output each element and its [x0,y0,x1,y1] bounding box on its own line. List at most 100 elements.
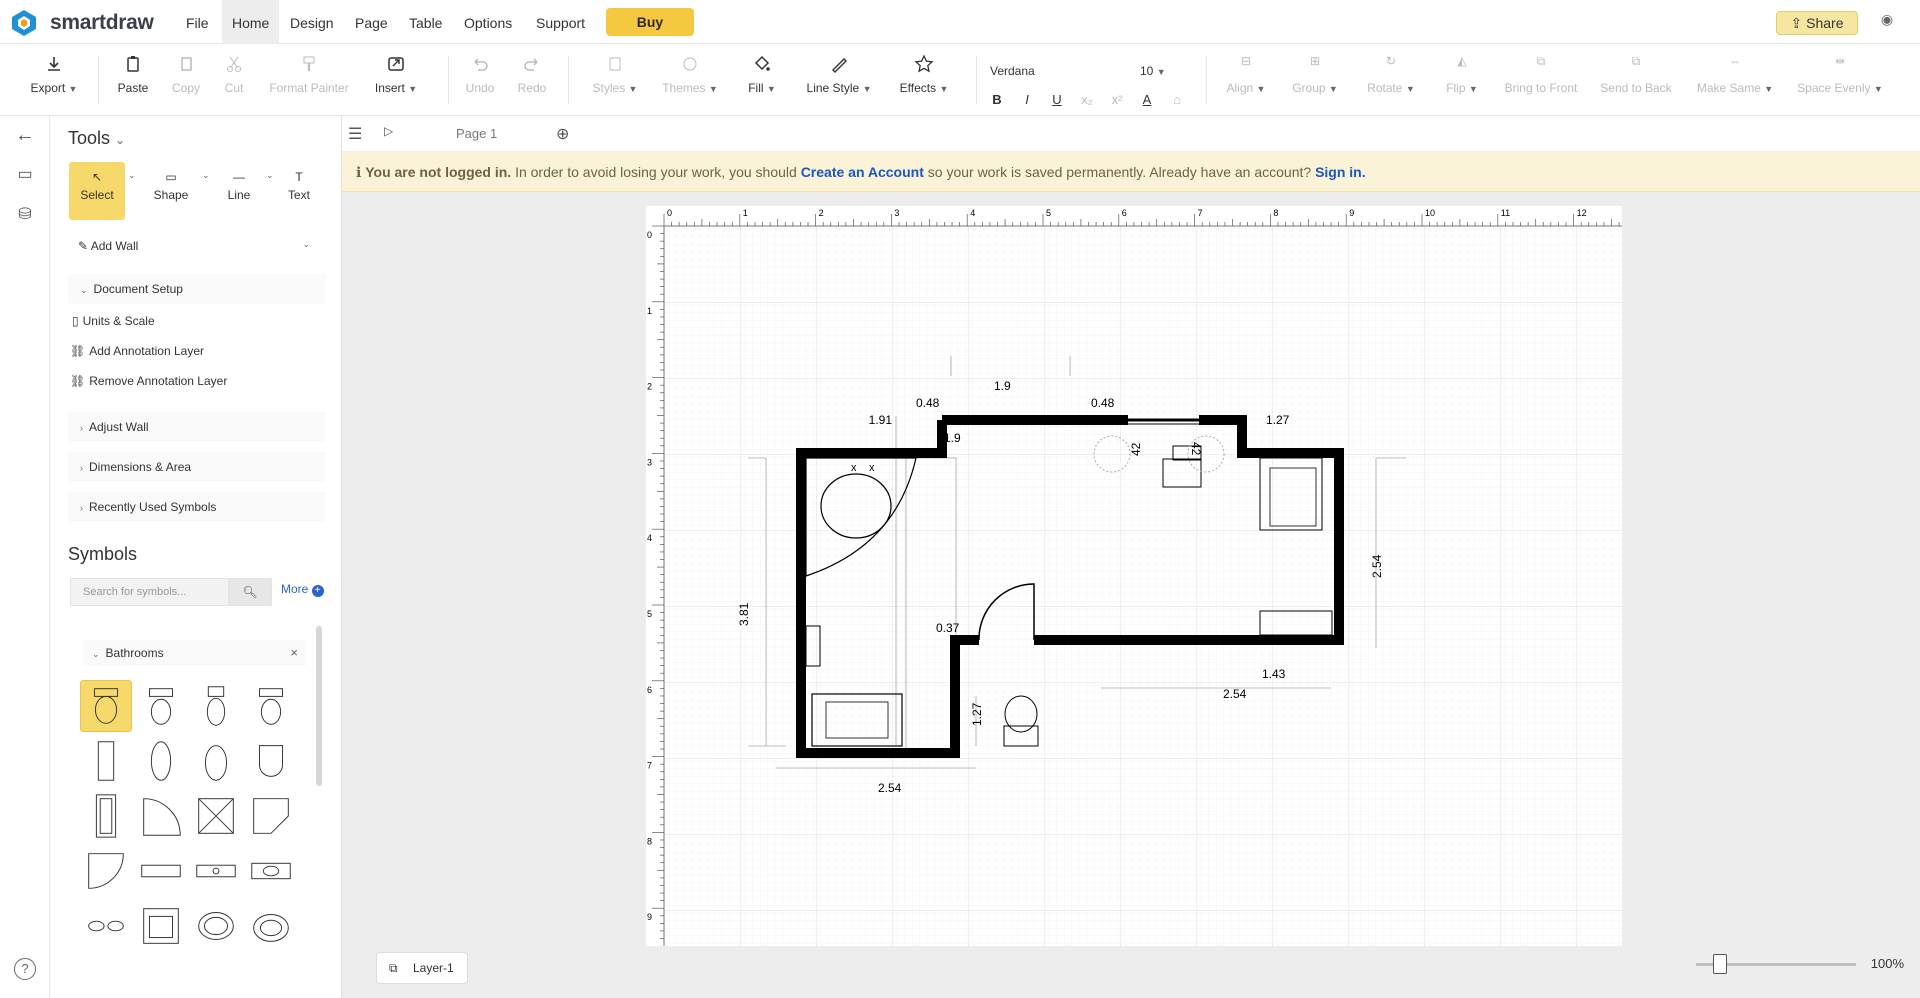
bathroom-symbol[interactable] [245,845,297,897]
adjust-wall-section[interactable]: › Adjust Wall [68,412,326,442]
menu-options[interactable]: Options [454,0,522,44]
ruler-v-label: 3 [647,457,652,467]
line-style-button[interactable]: Line Style ▼ [802,54,876,95]
align-button[interactable]: ⊟ Align ▼ [1220,54,1272,95]
recently-used-section[interactable]: › Recently Used Symbols [68,492,326,522]
redo-button[interactable]: Redo [514,54,550,95]
font-color-icon[interactable]: A [1138,92,1156,110]
bathroom-symbol[interactable] [80,735,132,787]
clear-format-icon[interactable]: ⌂ [1168,92,1186,110]
bathroom-symbol[interactable] [80,845,132,897]
bathroom-symbol[interactable] [245,790,297,842]
bathroom-symbol[interactable] [190,900,242,952]
page-tab[interactable]: Page 1 [456,126,497,141]
toolbox-icon[interactable]: ▭ [12,164,38,190]
drawing-canvas[interactable]: 0 1 2 3 4 5 6 7 8 9 10 11 12 0123456789 x [646,206,1622,946]
bathroom-symbol[interactable] [80,680,132,732]
layers-icon: ⧉ [389,961,398,975]
fill-label: Fill [748,81,764,95]
symbol-scrollbar[interactable] [316,626,322,786]
export-icon [48,57,60,71]
themes-button[interactable]: Themes ▼ [660,54,720,95]
menu-support[interactable]: Support [526,0,595,44]
bathroom-symbol[interactable] [190,735,242,787]
bathroom-symbol[interactable] [190,845,242,897]
rotate-button[interactable]: ↻ Rotate ▼ [1360,54,1422,95]
bathroom-symbol[interactable] [135,900,187,952]
menu-home[interactable]: Home [222,0,280,44]
subscript-icon[interactable]: x₂ [1078,92,1096,110]
italic-icon[interactable]: I [1018,92,1036,110]
play-icon[interactable]: ▷ [384,124,393,138]
tools-panel-title[interactable]: Tools ⌄ [68,128,125,149]
underline-icon[interactable]: U [1048,92,1066,110]
font-family-select[interactable]: Verdana [990,60,1130,82]
bathroom-symbol[interactable] [245,680,297,732]
make-same-button[interactable]: ⇔ Make Same ▼ [1690,54,1780,95]
info-icon: ℹ [356,164,366,180]
menu-design[interactable]: Design [280,0,344,44]
shape-tool[interactable]: ▭ Shape [142,162,200,220]
bring-to-front-button[interactable]: ⧉ Bring to Front [1498,54,1584,95]
flip-button[interactable]: ◭ Flip ▼ [1438,54,1486,95]
bathroom-symbol[interactable] [80,790,132,842]
dimensions-area-section[interactable]: › Dimensions & Area [68,452,326,482]
menu-table[interactable]: Table [399,0,452,44]
sign-in-link[interactable]: Sign in. [1315,164,1366,180]
add-wall-row[interactable]: ✎ Add Wall ⌄ [78,239,310,253]
view-icon[interactable]: ◉ [1876,11,1898,33]
undo-button[interactable]: Undo [462,54,498,95]
cut-button[interactable]: Cut [214,54,254,95]
shape-dropdown-icon[interactable]: ⌄ [202,170,210,181]
bathroom-symbol[interactable] [135,845,187,897]
text-tool[interactable]: T Text [270,162,328,220]
bathroom-symbol[interactable] [245,900,297,952]
share-button[interactable]: ⇪ Share [1776,11,1858,35]
bathroom-symbol[interactable] [80,900,132,952]
document-setup-section[interactable]: ⌄ Document Setup [68,274,326,304]
group-button[interactable]: ⊞ Group ▼ [1286,54,1344,95]
insert-button[interactable]: Insert ▼ [370,54,422,95]
back-arrow-icon[interactable]: ← [12,124,38,150]
export-button[interactable]: Export ▼ [26,54,82,95]
effects-button[interactable]: Effects ▼ [894,54,954,95]
copy-button[interactable]: Copy [166,54,206,95]
more-symbols-link[interactable]: More + [281,582,324,597]
units-scale-item[interactable]: ▯ Units & Scale [72,310,155,332]
line-tool[interactable]: — Line [210,162,268,220]
symbol-search-input[interactable]: Search for symbols... [70,578,228,606]
zoom-slider-handle[interactable] [1713,954,1727,974]
format-painter-button[interactable]: Format Painter [266,54,352,95]
bathroom-symbol[interactable] [135,680,187,732]
close-icon[interactable]: × [290,640,298,666]
select-tool[interactable]: ↖ Select [69,162,125,220]
data-icon[interactable]: ⛁ [12,204,38,230]
layer-selector[interactable]: ⧉ Layer-1 [376,952,468,984]
paste-button[interactable]: Paste [112,54,154,95]
remove-annotation-item[interactable]: ⛓ Remove Annotation Layer [70,370,227,392]
menu-file[interactable]: File [176,0,219,44]
send-to-back-button[interactable]: ⧉ Send to Back [1594,54,1678,95]
page-list-icon[interactable]: ☰ [348,124,362,144]
recently-used-label: Recently Used Symbols [89,500,217,514]
select-dropdown-icon[interactable]: ⌄ [128,170,136,181]
buy-button[interactable]: Buy [606,8,694,36]
fill-button[interactable]: Fill ▼ [742,54,782,95]
bathroom-symbol[interactable] [135,790,187,842]
bathroom-symbol[interactable] [135,735,187,787]
bold-icon[interactable]: B [988,92,1006,110]
superscript-icon[interactable]: x² [1108,92,1126,110]
help-icon[interactable]: ? [14,958,36,980]
add-annotation-item[interactable]: ⛓ Add Annotation Layer [70,340,204,362]
bathroom-symbol[interactable] [245,735,297,787]
styles-button[interactable]: Styles ▼ [588,54,642,95]
search-button[interactable]: 🔍︎ [228,578,272,606]
bathrooms-library-header[interactable]: ⌄ Bathrooms × [82,640,306,666]
bathroom-symbol[interactable] [190,790,242,842]
bathroom-symbol[interactable] [190,680,242,732]
space-evenly-button[interactable]: ⇹ Space Evenly ▼ [1792,54,1888,95]
create-account-link[interactable]: Create an Account [801,164,924,180]
add-page-icon[interactable]: ⊕ [556,124,569,144]
font-size-select[interactable]: 10 ▼ [1140,60,1180,82]
menu-page[interactable]: Page [345,0,398,44]
